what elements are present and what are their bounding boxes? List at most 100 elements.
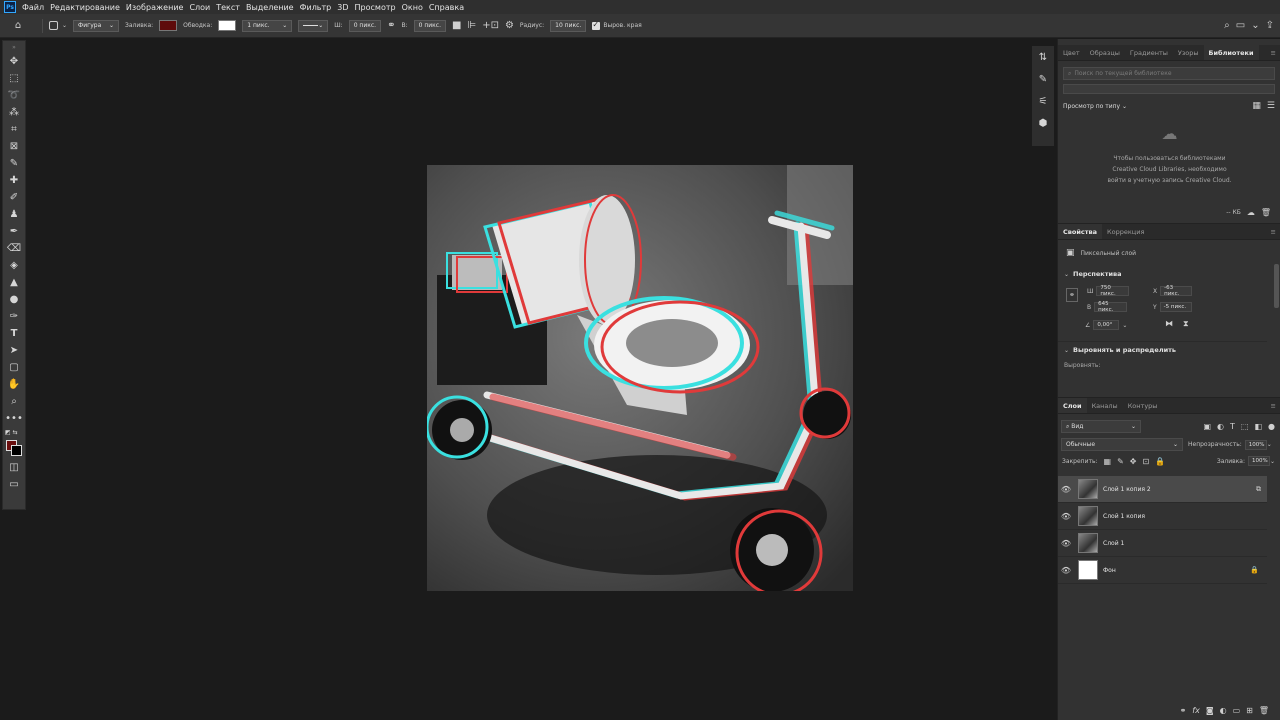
visibility-eye-icon[interactable]: 👁 — [1058, 566, 1074, 575]
photoshop-logo-icon[interactable]: Ps — [4, 1, 16, 13]
clone-stamp-tool-icon[interactable]: ♟ — [3, 206, 25, 223]
panel-menu-icon[interactable]: ≡ — [1266, 224, 1280, 239]
new-group-icon[interactable]: ▭ — [1233, 706, 1241, 715]
menu-filter[interactable]: Фильтр — [300, 3, 332, 12]
eraser-tool-icon[interactable]: ⌫ — [3, 240, 25, 257]
library-search-input[interactable]: ⌕ Поиск по текущей библиотеке — [1063, 67, 1275, 80]
tab-libraries[interactable]: Библиотеки — [1203, 45, 1259, 60]
quick-mask-icon[interactable]: ◫ — [3, 459, 25, 476]
chevron-down-icon[interactable]: ⌄ — [1122, 322, 1127, 329]
menu-type[interactable]: Текст — [216, 3, 240, 12]
tab-gradients[interactable]: Градиенты — [1125, 45, 1173, 60]
opacity-input[interactable]: 100% — [1244, 439, 1267, 450]
tab-properties[interactable]: Свойства — [1058, 224, 1103, 239]
history-brush-tool-icon[interactable]: ✒ — [3, 223, 25, 240]
filter-adjustment-icon[interactable]: ◐ — [1217, 422, 1224, 431]
width-input[interactable]: 750 пикс. — [1096, 285, 1130, 297]
grid-view-icon[interactable]: ▦ — [1252, 101, 1261, 111]
filter-pixel-icon[interactable]: ▣ — [1203, 422, 1211, 431]
layer-style-icon[interactable]: fx — [1192, 706, 1200, 715]
tab-color[interactable]: Цвет — [1058, 45, 1085, 60]
screen-mode-icon[interactable]: ▭ — [3, 476, 25, 493]
adjustments-panel-icon[interactable]: ⚟ — [1032, 90, 1054, 112]
layer-row[interactable]: 👁 Слой 1 копия 2 ⧉ — [1058, 476, 1267, 503]
lock-all-icon[interactable]: 🔒 — [1155, 457, 1165, 466]
fill-input[interactable]: 100% — [1247, 456, 1270, 466]
tab-paths[interactable]: Контуры — [1123, 398, 1163, 413]
panel-menu-icon[interactable]: ≡ — [1266, 398, 1280, 413]
stroke-swatch[interactable] — [218, 14, 237, 37]
brush-tool-icon[interactable]: ✐ — [3, 189, 25, 206]
add-mask-icon[interactable]: ◙ — [1206, 706, 1214, 715]
tab-swatches[interactable]: Образцы — [1085, 45, 1125, 60]
menu-edit[interactable]: Редактирование — [50, 3, 120, 12]
visibility-eye-icon[interactable]: 👁 — [1058, 539, 1074, 548]
type-tool-icon[interactable]: T — [3, 325, 25, 342]
paint-bucket-tool-icon[interactable]: ◈ — [3, 257, 25, 274]
menu-select[interactable]: Выделение — [246, 3, 294, 12]
properties-scrollbar[interactable] — [1274, 264, 1279, 308]
menu-image[interactable]: Изображение — [126, 3, 184, 12]
tool-preset-picker[interactable]: ⌄ — [49, 14, 67, 37]
tab-adjustments[interactable]: Коррекция — [1102, 224, 1149, 239]
panel-menu-icon[interactable]: ≡ — [1266, 45, 1280, 60]
share-icon[interactable]: ⇪ — [1266, 14, 1274, 37]
magic-wand-tool-icon[interactable]: ⁂ — [3, 104, 25, 121]
dodge-tool-icon[interactable]: ● — [3, 291, 25, 308]
filter-type-icon[interactable]: T — [1230, 422, 1235, 431]
gear-icon[interactable]: ⚙ — [505, 14, 514, 37]
move-tool-icon[interactable]: ✥ — [3, 53, 25, 70]
link-icon[interactable]: ⚭ — [387, 14, 395, 37]
menu-file[interactable]: Файл — [22, 3, 44, 12]
tab-patterns[interactable]: Узоры — [1173, 45, 1204, 60]
history-panel-icon[interactable]: ⇅ — [1032, 46, 1054, 68]
chevron-down-icon[interactable]: ⌄ — [1251, 14, 1259, 37]
path-alignment-icon[interactable]: ⊫ — [467, 14, 476, 37]
x-input[interactable]: -63 пикс. — [1160, 285, 1193, 297]
lock-pixels-icon[interactable]: ✎ — [1117, 457, 1124, 466]
flip-vertical-icon[interactable]: ⧗ — [1183, 319, 1189, 329]
lock-artboard-icon[interactable]: ⊡ — [1143, 457, 1150, 466]
panel-collapse-icon[interactable]: » — [3, 41, 25, 53]
home-icon[interactable]: ⌂ — [6, 14, 30, 37]
chevron-down-icon[interactable]: ⌄ — [1270, 458, 1275, 465]
swap-colors-icon[interactable]: ◩ ⇆ — [3, 427, 25, 437]
blend-mode-select[interactable]: Обычные ⌄ — [1061, 438, 1183, 451]
shape-mode-select[interactable]: Фигура ⌄ — [73, 14, 120, 37]
height-input[interactable]: 645 пикс. — [1094, 301, 1128, 313]
filter-smart-object-icon[interactable]: ◧ — [1254, 422, 1262, 431]
menu-window[interactable]: Окно — [402, 3, 423, 12]
cloud-sync-icon[interactable]: ☁ — [1247, 208, 1255, 217]
library-select[interactable] — [1063, 84, 1275, 94]
layer-row[interactable]: 👁 Фон 🔒 — [1058, 557, 1267, 584]
filter-toggle-icon[interactable]: ● — [1268, 422, 1275, 431]
align-section-header[interactable]: ⌄ Выровнять и распределить — [1064, 346, 1176, 354]
frame-tool-icon[interactable]: ⊠ — [3, 138, 25, 155]
3d-panel-icon[interactable]: ⬢ — [1032, 112, 1054, 134]
marquee-tool-icon[interactable]: ⬚ — [3, 70, 25, 87]
flip-horizontal-icon[interactable]: ⧓ — [1165, 319, 1173, 329]
link-dimensions-icon[interactable]: ⚭ — [1066, 288, 1078, 302]
healing-brush-tool-icon[interactable]: ✚ — [3, 172, 25, 189]
new-layer-icon[interactable]: ⊞ — [1246, 706, 1253, 715]
lock-transparent-icon[interactable]: ▦ — [1104, 457, 1112, 466]
eyedropper-tool-icon[interactable]: ✎ — [3, 155, 25, 172]
width-input[interactable]: 0 пикс. — [348, 14, 382, 37]
background-color[interactable] — [11, 445, 22, 456]
document-canvas[interactable] — [427, 165, 853, 591]
link-layers-icon[interactable]: ⚭ — [1180, 706, 1187, 715]
chevron-down-icon[interactable]: ⌄ — [1267, 441, 1272, 448]
menu-view[interactable]: Просмотр — [355, 3, 396, 12]
stroke-type-select[interactable]: ⌄ — [298, 14, 329, 37]
path-selection-tool-icon[interactable]: ➤ — [3, 342, 25, 359]
canvas-area[interactable] — [28, 39, 1030, 720]
visibility-eye-icon[interactable]: 👁 — [1058, 512, 1074, 521]
perspective-section-header[interactable]: ⌄ Перспектива — [1064, 270, 1280, 278]
workspace-icon[interactable]: ▭ — [1236, 14, 1245, 37]
color-swatches[interactable] — [3, 437, 25, 459]
new-adjustment-layer-icon[interactable]: ◐ — [1220, 706, 1227, 715]
blur-tool-icon[interactable]: ▲ — [3, 274, 25, 291]
view-by-type-select[interactable]: Просмотр по типу ⌄ — [1063, 103, 1127, 110]
height-input[interactable]: 0 пикс. — [413, 14, 447, 37]
lock-position-icon[interactable]: ✥ — [1130, 457, 1137, 466]
